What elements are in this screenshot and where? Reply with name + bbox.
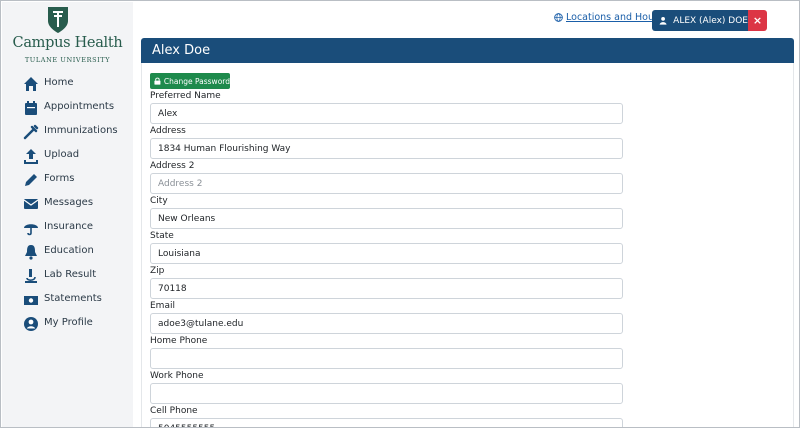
sidebar-item-label: Messages (44, 197, 94, 208)
work-phone-input[interactable] (150, 383, 623, 404)
change-password-button[interactable]: Change Password (150, 73, 230, 89)
money-icon (24, 296, 38, 305)
sidebar-item-label: Lab Result (44, 269, 97, 280)
envelope-icon (23, 199, 39, 209)
cell-phone-input[interactable] (150, 418, 623, 427)
locations-and-hours-link[interactable]: Locations and Hours (554, 12, 663, 23)
sidebar-item-statements[interactable]: Statements (2, 289, 133, 311)
microscope-icon (25, 269, 37, 283)
change-password-label: Change Password (163, 76, 230, 86)
sidebar-item-label: Education (44, 245, 94, 256)
city-input[interactable] (150, 208, 623, 229)
syringe-icon (23, 124, 39, 140)
globe-icon (554, 13, 563, 22)
tulane-shield-icon (48, 7, 68, 33)
locations-and-hours-label: Locations and Hours (566, 12, 663, 23)
sidebar-item-messages[interactable]: Messages (2, 193, 133, 215)
email-input[interactable] (150, 313, 623, 334)
upload-icon (24, 149, 38, 164)
city-label: City (150, 196, 168, 206)
address-label: Address (150, 126, 186, 136)
profile-panel-header: Alex Doe (141, 38, 794, 63)
sidebar-item-label: Home (44, 77, 74, 88)
address-2-label: Address 2 (150, 161, 195, 171)
user-icon (659, 16, 667, 25)
cell-phone-label: Cell Phone (150, 406, 198, 416)
sidebar-item-label: Immunizations (44, 125, 118, 136)
sidebar-item-label: Appointments (44, 101, 115, 112)
bell-icon (25, 245, 37, 260)
page-title: Alex Doe (152, 43, 211, 58)
app-frame: Campus Health TULANE UNIVERSITY Home App… (0, 0, 800, 428)
state-input[interactable] (150, 243, 623, 264)
calendar-icon (25, 101, 37, 115)
sidebar-item-label: My Profile (44, 317, 93, 328)
sidebar-item-label: Statements (44, 293, 102, 304)
preferred-name-input[interactable] (150, 103, 623, 124)
preferred-name-label: Preferred Name (150, 91, 221, 101)
sidebar-item-education[interactable]: Education (2, 241, 133, 263)
top-bar: Locations and Hours ALEX (Alex) DOE × (133, 2, 799, 37)
sidebar-item-label: Insurance (44, 221, 94, 232)
sidebar-item-label: Upload (44, 149, 80, 160)
sidebar-item-immunizations[interactable]: Immunizations (2, 121, 133, 143)
logout-close-button[interactable]: × (748, 10, 767, 31)
sidebar-item-upload[interactable]: Upload (2, 145, 133, 167)
user-menu-button[interactable]: ALEX (Alex) DOE (652, 10, 748, 31)
state-label: State (150, 231, 174, 241)
address-input[interactable] (150, 138, 623, 159)
sidebar-item-home[interactable]: Home (2, 73, 133, 95)
sidebar-item-lab-result[interactable]: Lab Result (2, 265, 133, 287)
sidebar: Campus Health TULANE UNIVERSITY Home App… (2, 2, 133, 427)
work-phone-label: Work Phone (150, 371, 204, 381)
sidebar-item-my-profile[interactable]: My Profile (2, 313, 133, 335)
sidebar-item-forms[interactable]: Forms (2, 169, 133, 191)
user-circle-icon (24, 317, 38, 331)
brand-subtitle: TULANE UNIVERSITY (24, 56, 111, 64)
address-2-input[interactable] (150, 173, 623, 194)
brand-logo[interactable]: Campus Health TULANE UNIVERSITY (2, 5, 133, 67)
home-icon (24, 77, 38, 91)
sidebar-item-appointments[interactable]: Appointments (2, 97, 133, 119)
sidebar-item-label: Forms (44, 173, 75, 184)
sidebar-item-insurance[interactable]: Insurance (2, 217, 133, 239)
email-label: Email (150, 301, 175, 311)
zip-input[interactable] (150, 278, 623, 299)
zip-label: Zip (150, 266, 165, 276)
pencil-icon (25, 174, 37, 186)
brand-title: Campus Health (12, 35, 123, 51)
umbrella-icon (24, 224, 38, 236)
user-name-label: ALEX (Alex) DOE (673, 15, 748, 26)
home-phone-label: Home Phone (150, 336, 208, 346)
lock-icon (154, 77, 161, 85)
home-phone-input[interactable] (150, 348, 623, 369)
